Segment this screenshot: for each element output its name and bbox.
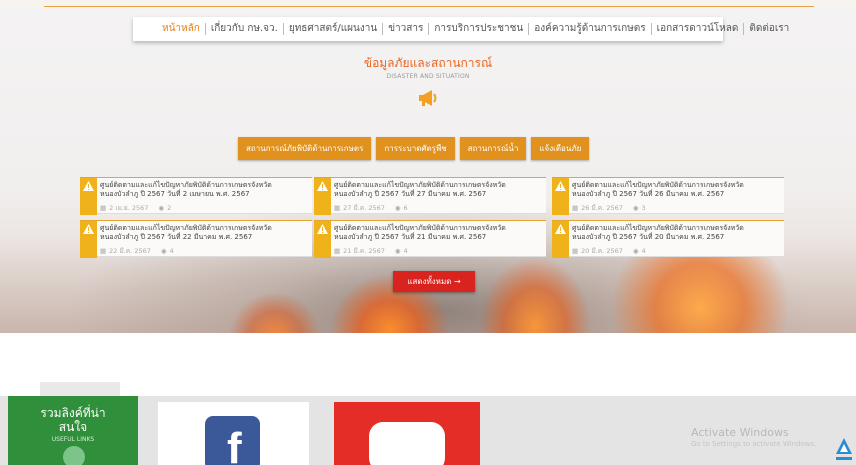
tab-water-situation[interactable]: สถานการณ์น้ำ <box>459 137 527 160</box>
card-views: 3 <box>641 204 646 212</box>
nav-item-strategy[interactable]: ยุทธศาสตร์/แผนงาน <box>284 23 384 35</box>
card-views: 4 <box>169 247 174 255</box>
warning-triangle-icon <box>552 178 569 215</box>
list-item[interactable]: ศูนย์ติดตามและแก้ไขปัญหาภัยพิบัติด้านการ… <box>552 177 784 215</box>
calendar-icon: ▦ <box>334 204 341 212</box>
eye-icon: ◉ <box>632 247 639 255</box>
card-date: 27 มี.ค. 2567 <box>343 204 385 212</box>
list-item[interactable]: ศูนย์ติดตามและแก้ไขปัญหาภัยพิบัติด้านการ… <box>314 220 546 258</box>
list-item[interactable]: ศูนย์ติดตามและแก้ไขปัญหาภัยพิบัติด้านการ… <box>80 220 312 258</box>
facebook-link[interactable]: f <box>158 402 309 465</box>
useful-links-box: รวมลิงค์ที่น่า สนใจ USEFUL LINKS <box>8 396 138 465</box>
warning-triangle-icon <box>80 221 97 258</box>
calendar-icon: ▦ <box>572 204 579 212</box>
card-title[interactable]: ศูนย์ติดตามและแก้ไขปัญหาภัยพิบัติด้านการ… <box>100 181 310 199</box>
facebook-icon: f <box>205 416 260 465</box>
fire-background <box>230 293 320 333</box>
warning-triangle-icon <box>314 221 331 258</box>
card-date: 2 เม.ย. 2567 <box>109 204 149 212</box>
tab-alerts[interactable]: แจ้งเตือนภัย <box>531 137 590 160</box>
eye-icon: ◉ <box>160 247 167 255</box>
list-item[interactable]: ศูนย์ติดตามและแก้ไขปัญหาภัยพิบัติด้านการ… <box>314 177 546 215</box>
card-views: 2 <box>167 204 172 212</box>
list-item[interactable]: ศูนย์ติดตามและแก้ไขปัญหาภัยพิบัติด้านการ… <box>80 177 312 215</box>
eye-icon: ◉ <box>394 204 401 212</box>
youtube-link[interactable] <box>334 402 480 465</box>
card-title[interactable]: ศูนย์ติดตามและแก้ไขปัญหาภัยพิบัติด้านการ… <box>572 181 782 199</box>
calendar-icon: ▦ <box>100 247 107 255</box>
card-title[interactable]: ศูนย์ติดตามและแก้ไขปัญหาภัยพิบัติด้านการ… <box>334 181 544 199</box>
list-item[interactable]: ศูนย์ติดตามและแก้ไขปัญหาภัยพิบัติด้านการ… <box>552 220 784 258</box>
tab-pest-outbreak[interactable]: การระบาดศัตรูพืช <box>376 137 455 160</box>
card-title[interactable]: ศูนย์ติดตามและแก้ไขปัญหาภัยพิบัติด้านการ… <box>334 224 544 242</box>
card-meta: ▦ 27 มี.ค. 2567 ◉ 6 <box>334 203 408 213</box>
card-title[interactable]: ศูนย์ติดตามและแก้ไขปัญหาภัยพิบัติด้านการ… <box>100 224 310 242</box>
footer-tab <box>40 382 120 396</box>
card-meta: ▦ 2 เม.ย. 2567 ◉ 2 <box>100 203 171 213</box>
top-divider <box>44 6 814 7</box>
section-subtitle: DISASTER AND SITUATION <box>386 73 470 80</box>
nav-item-downloads[interactable]: เอกสารดาวน์โหลด <box>652 23 745 35</box>
card-date: 22 มี.ค. 2567 <box>109 247 151 255</box>
card-date: 26 มี.ค. 2567 <box>581 204 623 212</box>
megaphone-icon <box>419 90 437 106</box>
main-nav: หน้าหลัก เกี่ยวกับ กษ.จว. ยุทธศาสตร์/แผน… <box>133 17 789 41</box>
card-date: 20 มี.ค. 2567 <box>581 247 623 255</box>
fire-background <box>480 258 590 333</box>
card-meta: ▦ 22 มี.ค. 2567 ◉ 4 <box>100 246 174 256</box>
card-meta: ▦ 20 มี.ค. 2567 ◉ 4 <box>572 246 646 256</box>
nav-item-news[interactable]: ข่าวสาร <box>383 23 430 35</box>
nav-item-knowledge[interactable]: องค์ความรู้ด้านการเกษตร <box>529 23 652 35</box>
card-date: 21 มี.ค. 2567 <box>343 247 385 255</box>
disaster-tabs: สถานการณ์ภัยพิบัติด้านการเกษตร การระบาดศ… <box>238 137 590 160</box>
section-title: ข้อมูลภัยและสถานการณ์ <box>363 56 493 70</box>
card-title[interactable]: ศูนย์ติดตามและแก้ไขปัญหาภัยพิบัติด้านการ… <box>572 224 782 242</box>
warning-triangle-icon <box>314 178 331 215</box>
eye-icon: ◉ <box>158 204 165 212</box>
activate-windows-subtitle: Go to Settings to activate Windows. <box>691 440 817 448</box>
eye-icon: ◉ <box>394 247 401 255</box>
youtube-icon <box>369 422 445 465</box>
card-views: 4 <box>403 247 408 255</box>
card-meta: ▦ 26 มี.ค. 2567 ◉ 3 <box>572 203 646 213</box>
useful-links-subtitle: USEFUL LINKS <box>51 436 95 443</box>
tab-agri-disaster[interactable]: สถานการณ์ภัยพิบัติด้านการเกษตร <box>238 137 372 160</box>
warning-triangle-icon <box>552 221 569 258</box>
card-views: 6 <box>403 204 408 212</box>
show-all-button[interactable]: แสดงทั้งหมด → <box>393 271 475 292</box>
warning-triangle-icon <box>80 178 97 215</box>
calendar-icon: ▦ <box>572 247 579 255</box>
nav-item-about[interactable]: เกี่ยวกับ กษ.จว. <box>206 23 284 35</box>
nav-item-services[interactable]: การบริการประชาชน <box>429 23 530 35</box>
globe-icon <box>63 446 85 465</box>
nav-item-home[interactable]: หน้าหลัก <box>157 23 206 35</box>
eye-icon: ◉ <box>632 204 639 212</box>
activate-windows-title: Activate Windows <box>691 426 789 439</box>
useful-links-title: รวมลิงค์ที่น่า สนใจ <box>40 406 106 434</box>
card-meta: ▦ 21 มี.ค. 2567 ◉ 4 <box>334 246 408 256</box>
site-logo-icon <box>836 438 852 460</box>
calendar-icon: ▦ <box>100 204 107 212</box>
page: หน้าหลัก เกี่ยวกับ กษ.จว. ยุทธศาสตร์/แผน… <box>0 0 856 465</box>
nav-item-contact[interactable]: ติดต่อเรา <box>744 23 794 35</box>
calendar-icon: ▦ <box>334 247 341 255</box>
card-views: 4 <box>641 247 646 255</box>
